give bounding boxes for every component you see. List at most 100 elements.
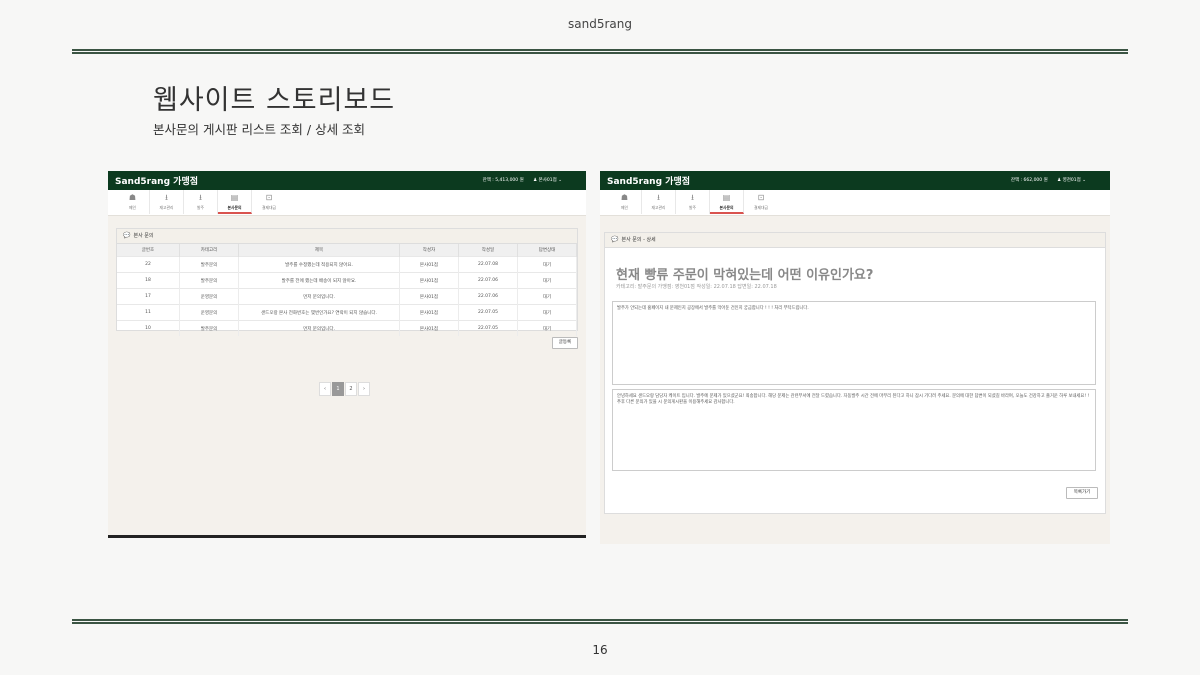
cell-no: 18 (117, 272, 180, 289)
cell-category: 운영문의 (179, 304, 239, 321)
cell-no: 11 (117, 304, 180, 321)
cell-no: 10 (117, 320, 180, 336)
column-header[interactable]: 작성일 (458, 244, 518, 257)
next-page-button[interactable]: › (358, 382, 370, 396)
cell-title-link[interactable]: 먼저 문의입니다. (238, 288, 400, 305)
nav-item-inventory[interactable]: ⭳ 재고관리 (150, 190, 184, 214)
nav-label: 발주 (197, 205, 204, 210)
inquiry-table: 글번호 카테고리 제목 작성자 작성일 답변상태 22 발주문의 발주를 수정했… (117, 244, 577, 336)
download-icon: ⭳ (165, 193, 168, 202)
app-topbar: Sand5rang 가맹점 잔액 : 5,413,000 원 ♟ 본사01점 ⌄ (108, 171, 586, 190)
app-topbar: Sand5rang 가맹점 잔액 : 662,000 원 ♟ 영천01점 ⌄ (600, 171, 1110, 190)
nav-label: 재고관리 (159, 205, 174, 210)
user-name: 영천01점 (1062, 178, 1081, 183)
column-header[interactable]: 글번호 (117, 244, 180, 257)
cell-status: 대기 (517, 320, 577, 336)
panel-title: 본사 문의 - 상세 (621, 237, 656, 243)
slide-subtitle: 본사문의 게시판 리스트 조회 / 상세 조회 (153, 122, 366, 137)
chat-bubble-icon: 💬 (611, 236, 619, 243)
user-menu[interactable]: ♟ 영천01점 ⌄ (1057, 178, 1086, 183)
inquiry-list-panel: 💬 본사 문의 글번호 카테고리 제목 작성자 작성일 답변상태 22 발주문의 … (116, 228, 578, 336)
payment-icon: ⊡ (265, 193, 273, 202)
cell-date: 22.07.06 (458, 288, 518, 305)
cell-title-link[interactable]: 먼저 문의입니다. (238, 320, 400, 336)
main-nav: ☗ 메인 ⭳ 재고관리 ⭳ 발주 ▤ 본사문의 ⊡ 결제대금 (108, 190, 586, 216)
inquiry-icon: ▤ (230, 193, 239, 202)
home-icon: ☗ (620, 193, 629, 202)
download-icon: ⭳ (691, 193, 694, 202)
column-header[interactable]: 답변상태 (517, 244, 577, 257)
cell-author: 본사01점 (399, 272, 459, 289)
write-button[interactable]: 글등록 (552, 337, 578, 349)
cell-title-link[interactable]: 샌드오랑 본사 전화번호는 몇번인가요? 연락이 되지 않습니다. (238, 304, 400, 321)
nav-label: 본사문의 (719, 205, 734, 210)
cell-title-link[interactable]: 발주를 전에 했는데 배송이 되지 않아요. (238, 272, 400, 289)
nav-item-inquiry[interactable]: ▤ 본사문의 (218, 190, 252, 214)
prev-page-button[interactable]: ‹ (319, 382, 331, 396)
payment-icon: ⊡ (757, 193, 765, 202)
question-body: 발주가 안되는데 홈페이지 내 문제인지 공장에서 발주를 막아둔 건인지 궁금… (612, 301, 1096, 385)
cell-category: 발주문의 (179, 272, 239, 289)
user-name: 본사01점 (538, 178, 557, 183)
question-title: 현재 빵류 주문이 막혀있는데 어떤 이유인가요? (616, 268, 874, 283)
pagination: ‹ 1 2 › (319, 382, 371, 396)
nav-label: 본사문의 (227, 205, 242, 210)
cell-date: 22.07.05 (458, 320, 518, 336)
nav-label: 결제대금 (754, 205, 768, 210)
page-2-button[interactable]: 2 (345, 382, 357, 396)
cell-date: 22.07.05 (458, 304, 518, 321)
cell-no: 22 (117, 256, 180, 273)
user-menu[interactable]: ♟ 본사01점 ⌄ (533, 178, 562, 183)
page-1-button[interactable]: 1 (332, 382, 344, 396)
cell-date: 22.07.08 (458, 256, 518, 273)
balance-display: 잔액 : 662,000 원 (1010, 178, 1048, 183)
nav-label: 메인 (129, 205, 136, 210)
brand-logo[interactable]: Sand5rang 가맹점 (607, 174, 690, 187)
nav-item-payment[interactable]: ⊡ 결제대금 (252, 190, 286, 214)
detail-screen: Sand5rang 가맹점 잔액 : 662,000 원 ♟ 영천01점 ⌄ ☗… (600, 171, 1110, 544)
question-meta: 카테고리: 발주문의 가맹점: 영천01점 작성일: 22.07.18 답변일:… (616, 284, 777, 290)
back-to-list-button[interactable]: 목록가기 (1066, 487, 1098, 499)
nav-item-main[interactable]: ☗ 메인 (608, 190, 642, 214)
table-row[interactable]: 22 발주문의 발주를 수정했는데 적용되지 않아요. 본사01점 22.07.… (117, 256, 577, 273)
nav-label: 발주 (689, 205, 696, 210)
bottom-rule (72, 619, 1128, 624)
cell-no: 17 (117, 288, 180, 305)
main-nav: ☗ 메인 ⭳ 재고관리 ⭳ 발주 ▤ 본사문의 ⊡ 결제대금 (600, 190, 1110, 216)
top-rule (72, 49, 1128, 54)
nav-label: 재고관리 (651, 205, 666, 210)
slide-header: sand5rang (568, 17, 632, 31)
nav-label: 메인 (621, 205, 628, 210)
cell-author: 본사01점 (399, 304, 459, 321)
table-row[interactable]: 17 운영문의 먼저 문의입니다. 본사01점 22.07.06 대기 (117, 288, 577, 305)
cell-author: 본사01점 (399, 320, 459, 336)
cell-status: 대기 (517, 304, 577, 321)
page-number: 16 (592, 643, 608, 657)
column-header[interactable]: 작성자 (399, 244, 459, 257)
table-row[interactable]: 18 발주문의 발주를 전에 했는데 배송이 되지 않아요. 본사01점 22.… (117, 272, 577, 289)
inquiry-icon: ▤ (722, 193, 731, 202)
cell-status: 대기 (517, 272, 577, 289)
table-row[interactable]: 11 운영문의 샌드오랑 본사 전화번호는 몇번인가요? 연락이 되지 않습니다… (117, 304, 577, 321)
cell-author: 본사01점 (399, 256, 459, 273)
table-row[interactable]: 10 발주문의 먼저 문의입니다. 본사01점 22.07.05 대기 (117, 320, 577, 336)
cell-title-link[interactable]: 발주를 수정했는데 적용되지 않아요. (238, 256, 400, 273)
cell-date: 22.07.06 (458, 272, 518, 289)
cell-category: 운영문의 (179, 288, 239, 305)
nav-item-inventory[interactable]: ⭳ 재고관리 (642, 190, 676, 214)
nav-item-payment[interactable]: ⊡ 결제대금 (744, 190, 778, 214)
nav-item-order[interactable]: ⭳ 발주 (184, 190, 218, 214)
home-icon: ☗ (128, 193, 137, 202)
column-header[interactable]: 카테고리 (179, 244, 239, 257)
download-icon: ⭳ (199, 193, 202, 202)
cell-category: 발주문의 (179, 320, 239, 336)
cell-author: 본사01점 (399, 288, 459, 305)
column-header[interactable]: 제목 (238, 244, 400, 257)
nav-item-inquiry[interactable]: ▤ 본사문의 (710, 190, 744, 214)
chat-bubble-icon: 💬 (123, 232, 131, 239)
brand-logo[interactable]: Sand5rang 가맹점 (115, 174, 198, 187)
table-header-row: 글번호 카테고리 제목 작성자 작성일 답변상태 (117, 244, 577, 257)
nav-item-main[interactable]: ☗ 메인 (116, 190, 150, 214)
answer-body: 안녕하세요 샌드오랑 담당자 케이트 입니다. 발주에 문제가 있으셨군요! 죄… (612, 389, 1096, 471)
nav-item-order[interactable]: ⭳ 발주 (676, 190, 710, 214)
